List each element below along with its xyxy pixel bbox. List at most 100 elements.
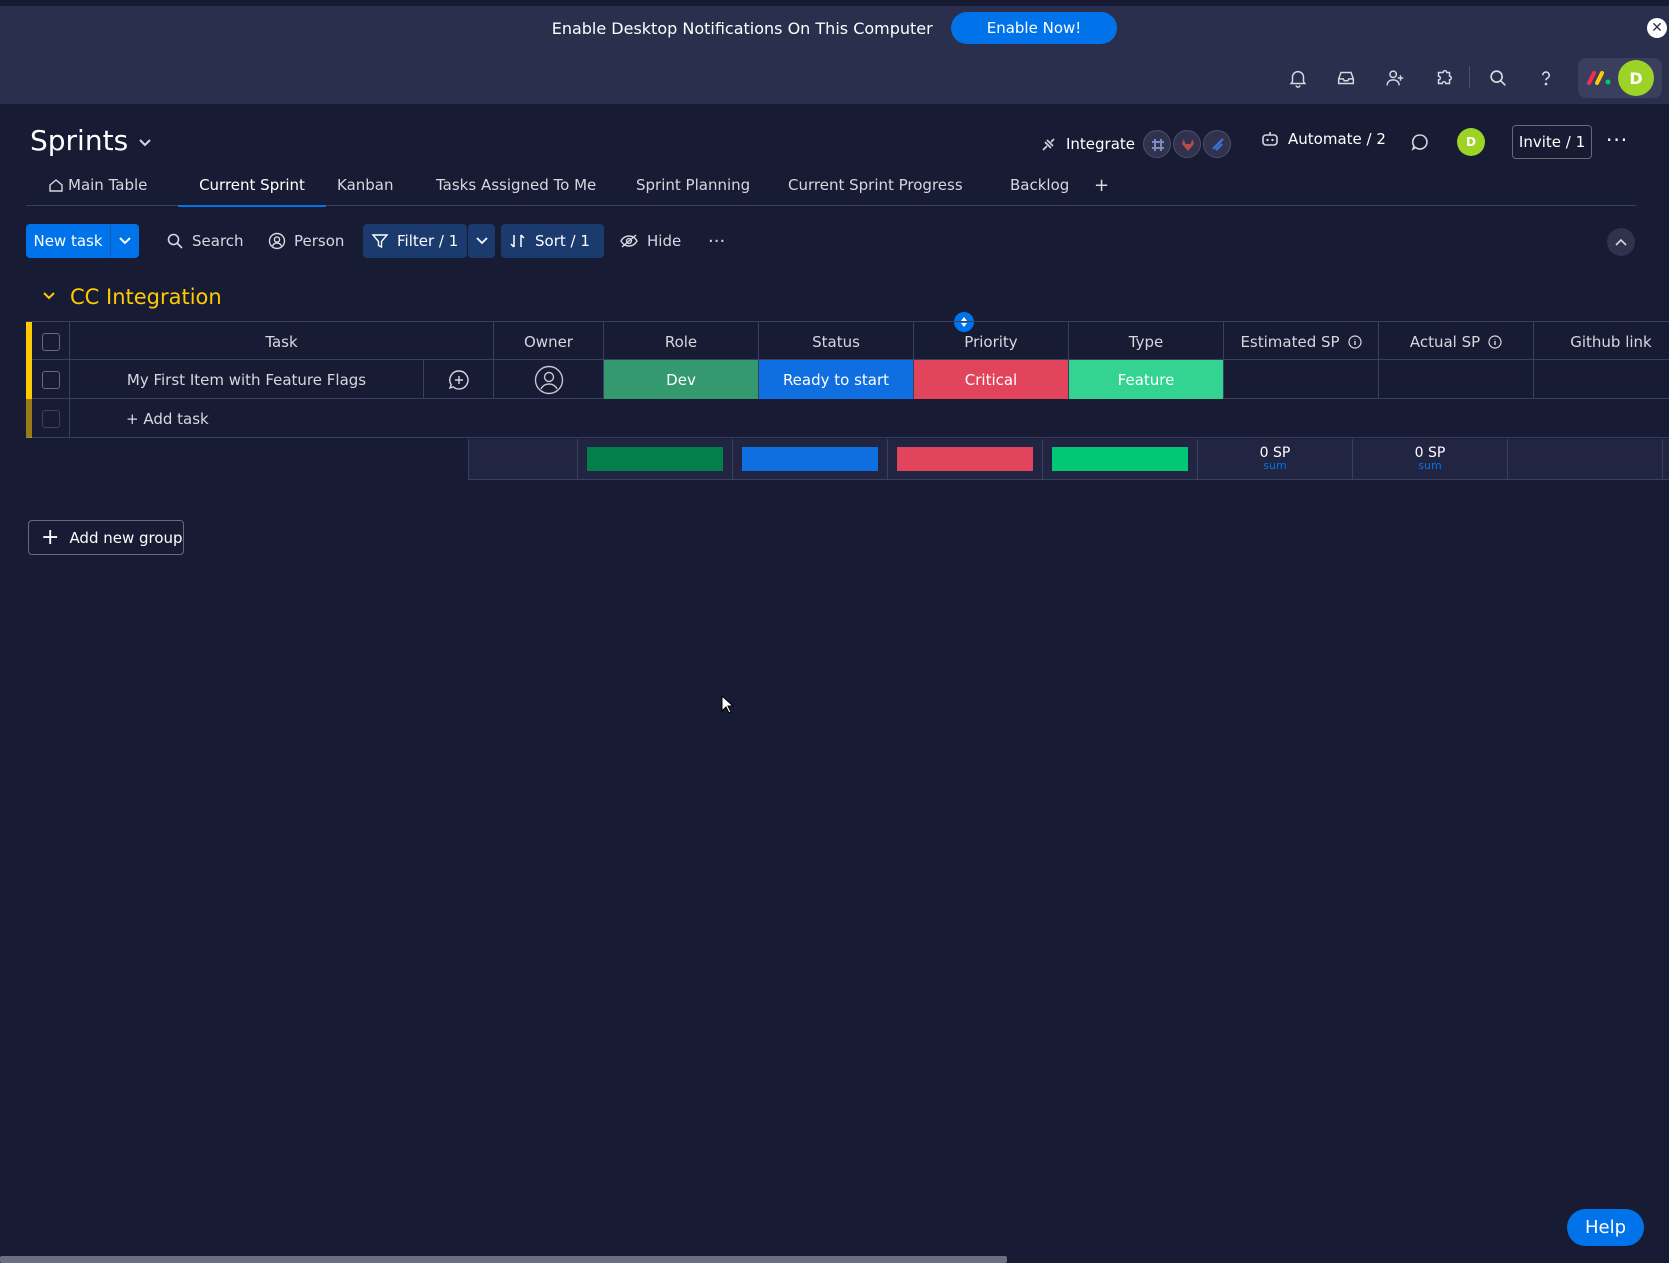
apps-icon[interactable] xyxy=(1432,66,1456,90)
summary-priority-cell[interactable] xyxy=(888,439,1043,479)
tab-tasks-assigned-to-me[interactable]: Tasks Assigned To Me xyxy=(426,164,606,206)
priority-distribution-bar[interactable] xyxy=(897,447,1033,471)
automate-button[interactable]: Automate / 2 xyxy=(1260,130,1386,148)
summary-status-cell[interactable] xyxy=(733,439,888,479)
add-update-cell[interactable] xyxy=(424,360,494,399)
tab-current-sprint-progress[interactable]: Current Sprint Progress xyxy=(778,164,973,206)
status-distribution-bar[interactable] xyxy=(742,447,878,471)
row-checkbox xyxy=(41,409,60,428)
github-link-cell[interactable] xyxy=(1534,360,1669,399)
column-header-role[interactable]: Role xyxy=(604,322,759,361)
chevron-down-icon[interactable] xyxy=(111,234,139,248)
tab-label: Tasks Assigned To Me xyxy=(436,176,597,194)
task-name-cell[interactable]: My First Item with Feature Flags xyxy=(70,360,424,399)
invite-button[interactable]: Invite / 1 xyxy=(1512,125,1592,159)
priority-label-cell[interactable]: Critical xyxy=(914,360,1069,399)
info-icon[interactable] xyxy=(1488,334,1502,349)
group-summary-row: 0 SP sum 0 SP sum xyxy=(468,439,1669,480)
tab-label: Main Table xyxy=(68,176,148,194)
board-title[interactable]: Sprints xyxy=(30,124,152,157)
column-header-label: Actual SP xyxy=(1409,332,1481,351)
table-row[interactable]: My First Item with Feature Flags Dev Rea… xyxy=(26,360,1669,399)
summary-type-cell[interactable] xyxy=(1043,439,1198,479)
tab-backlog[interactable]: Backlog xyxy=(1000,164,1079,206)
inbox-icon[interactable] xyxy=(1334,66,1358,90)
filter-dropdown[interactable] xyxy=(468,224,495,258)
owner-cell[interactable] xyxy=(494,360,604,399)
search-button[interactable]: Search xyxy=(158,224,252,258)
hide-button[interactable]: Hide xyxy=(611,224,689,258)
column-header-type[interactable]: Type xyxy=(1069,322,1224,361)
summary-estimated-sp-cell[interactable]: 0 SP sum xyxy=(1198,439,1353,479)
column-header-label: Estimated SP xyxy=(1240,332,1340,351)
view-tabs: Main Table Current Sprint Kanban Tasks A… xyxy=(26,164,1636,207)
enable-notifications-button[interactable]: Enable Now! xyxy=(950,12,1118,44)
sort-button[interactable]: Sort / 1 xyxy=(501,224,604,258)
column-header-priority[interactable]: Priority xyxy=(914,322,1069,361)
estimated-sp-sum: 0 SP xyxy=(1259,445,1291,461)
select-all-checkbox[interactable] xyxy=(41,332,60,351)
add-update-icon[interactable] xyxy=(448,369,470,391)
person-filter-button[interactable]: Person xyxy=(260,224,352,258)
column-header-actual-sp[interactable]: Actual SP xyxy=(1379,322,1534,361)
group-header[interactable]: CC Integration xyxy=(42,285,222,309)
column-header-github-link[interactable]: Github link xyxy=(1534,322,1669,361)
invite-members-icon[interactable] xyxy=(1383,66,1407,90)
actual-sp-cell[interactable] xyxy=(1379,360,1534,399)
integrate-icon xyxy=(1042,138,1055,151)
board-title-text: Sprints xyxy=(30,124,129,157)
row-select-cell xyxy=(32,360,70,399)
search-icon[interactable] xyxy=(1486,66,1510,90)
help-icon[interactable] xyxy=(1534,66,1558,90)
tab-main-table[interactable]: Main Table xyxy=(38,164,157,206)
summary-actual-sp-cell[interactable]: 0 SP sum xyxy=(1353,439,1508,479)
new-task-button[interactable]: New task xyxy=(26,224,139,258)
tab-current-sprint[interactable]: Current Sprint xyxy=(178,164,326,207)
add-new-group-button[interactable]: + Add new group xyxy=(28,520,184,555)
row-checkbox[interactable] xyxy=(41,370,60,389)
add-view-button[interactable]: + xyxy=(1084,164,1119,206)
filter-button[interactable]: Filter / 1 xyxy=(363,224,467,258)
select-all-cell xyxy=(32,322,70,361)
role-distribution-bar[interactable] xyxy=(587,447,723,471)
status-label-cell[interactable]: Ready to start xyxy=(759,360,914,399)
chevron-down-icon[interactable] xyxy=(42,289,56,305)
collapse-header-icon[interactable] xyxy=(1607,228,1635,256)
robot-icon xyxy=(1262,132,1278,146)
tab-sprint-planning[interactable]: Sprint Planning xyxy=(626,164,760,206)
bell-icon[interactable] xyxy=(1286,66,1310,90)
sort-label: Sort / 1 xyxy=(535,232,590,250)
actual-sp-sum-label: sum xyxy=(1418,459,1442,472)
row-select-cell xyxy=(32,399,70,438)
estimated-sp-sum-label: sum xyxy=(1263,459,1287,472)
notification-bar: Enable Desktop Notifications On This Com… xyxy=(0,6,1669,50)
column-header-task[interactable]: Task xyxy=(70,322,494,361)
type-label-cell[interactable]: Feature xyxy=(1069,360,1224,399)
more-options-icon[interactable]: ··· xyxy=(700,224,733,258)
role-label-cell[interactable]: Dev xyxy=(604,360,759,399)
close-icon[interactable]: ✕ xyxy=(1647,18,1667,38)
integrate-button[interactable]: Integrate xyxy=(1040,130,1232,158)
sort-icon xyxy=(510,234,525,248)
horizontal-scrollbar-thumb[interactable] xyxy=(0,1256,1007,1263)
estimated-sp-cell[interactable] xyxy=(1224,360,1379,399)
more-options-icon[interactable]: ··· xyxy=(1606,128,1628,152)
search-icon xyxy=(167,233,183,249)
board-member-avatar[interactable]: D xyxy=(1457,128,1485,156)
add-task-input[interactable]: + Add task xyxy=(70,399,1669,438)
info-icon[interactable] xyxy=(1347,334,1362,349)
gitlab-logo-icon xyxy=(1173,130,1202,158)
type-distribution-bar[interactable] xyxy=(1052,447,1188,471)
column-header-status[interactable]: Status xyxy=(759,322,914,361)
actual-sp-sum: 0 SP xyxy=(1414,445,1446,461)
add-new-group-label: Add new group xyxy=(69,528,183,547)
updates-icon[interactable] xyxy=(1410,132,1430,152)
help-button[interactable]: Help xyxy=(1567,1209,1644,1246)
add-view-label: + xyxy=(1094,174,1110,196)
summary-role-cell[interactable] xyxy=(578,439,733,479)
column-header-estimated-sp[interactable]: Estimated SP xyxy=(1224,322,1379,361)
column-header-owner[interactable]: Owner xyxy=(494,322,604,361)
group-title[interactable]: CC Integration xyxy=(70,285,222,309)
user-avatar[interactable]: D xyxy=(1618,60,1654,96)
tab-kanban[interactable]: Kanban xyxy=(327,164,404,206)
